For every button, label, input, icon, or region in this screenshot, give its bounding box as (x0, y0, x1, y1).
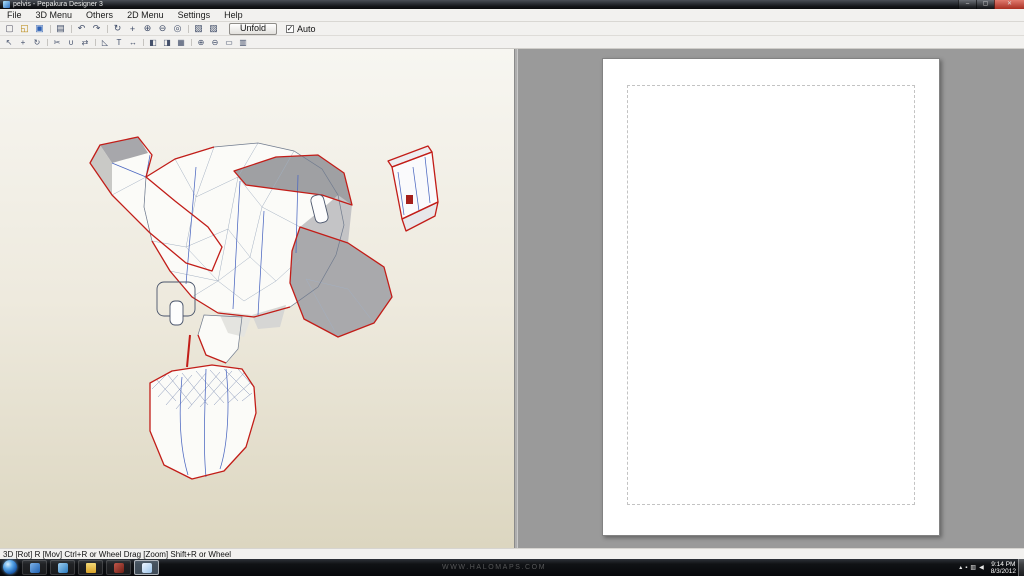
open-file-icon[interactable]: ◱ (17, 23, 32, 35)
measure-icon[interactable]: ↔ (126, 37, 140, 48)
minimize-button[interactable]: – (958, 0, 976, 9)
toolbar-separator[interactable] (185, 23, 191, 35)
divide-edge-icon[interactable]: ✂ (50, 37, 64, 48)
menu-item-3d-menu[interactable]: 3D Menu (29, 9, 80, 21)
zoom-2d-out-icon[interactable]: ⊖ (208, 37, 222, 48)
2d-view[interactable] (518, 49, 1024, 548)
main-toolbar-icons: ▢ ◱ ▣ ▤ ↶ ↷ ↻ + ⊕ ⊖ ◎ ▧ ▨ (2, 22, 221, 35)
internet-explorer-glyph (29, 562, 40, 573)
toolbar-separator[interactable] (104, 23, 110, 35)
media-app-glyph (113, 562, 124, 573)
pan-view-icon[interactable]: + (125, 23, 140, 35)
menu-item-file[interactable]: File (0, 9, 29, 21)
3d-model (89, 136, 439, 480)
auto-unfold-control: ✓ Auto (286, 24, 316, 34)
flip-parts-icon[interactable]: ⇄ (78, 37, 92, 48)
status-text: 3D [Rot] R [Mov] Ctrl+R or Wheel Drag [Z… (3, 549, 232, 559)
menu-item-others[interactable]: Others (79, 9, 120, 21)
print-preview-icon[interactable]: ▥ (236, 37, 250, 48)
main-area (0, 49, 1024, 548)
start-button[interactable] (3, 560, 17, 574)
grid-icon[interactable]: ▦ (174, 37, 188, 48)
window-title: pelvis - Pepakura Designer 3 (13, 1, 103, 8)
show-desktop-button[interactable] (1018, 559, 1024, 576)
fit-page-icon[interactable]: ▭ (222, 37, 236, 48)
folder-glyph (85, 562, 96, 573)
zoom-in-icon[interactable]: ⊕ (140, 23, 155, 35)
rotate-view-icon[interactable]: ↻ (110, 23, 125, 35)
undo-icon[interactable]: ↶ (74, 23, 89, 35)
toolbar-separator[interactable] (44, 37, 50, 48)
toolbar-separator[interactable] (92, 37, 98, 48)
toolbar-separator[interactable] (68, 23, 74, 35)
pattern-page (602, 58, 940, 536)
network-icon[interactable]: ▥ (970, 564, 976, 572)
media-player-icon[interactable] (50, 560, 75, 575)
display-mode-icon[interactable]: ▧ (191, 23, 206, 35)
join-edge-icon[interactable]: ∪ (64, 37, 78, 48)
texture-view-icon[interactable]: ▨ (206, 23, 221, 35)
clock-date: 8/3/2012 (990, 567, 1016, 575)
print-icon[interactable]: ▤ (53, 23, 68, 35)
pepakura-taskbar-icon[interactable] (134, 560, 159, 575)
system-tray: ▴ ▪ ▥ ◀ 9:14 PM 8/3/2012 (959, 559, 1016, 576)
maximize-button[interactable]: ▢ (976, 0, 994, 9)
toolbar-separator[interactable] (188, 37, 194, 48)
menu-item-help[interactable]: Help (217, 9, 250, 21)
zoom-out-icon[interactable]: ⊖ (155, 23, 170, 35)
menu-item-2d-menu[interactable]: 2D Menu (120, 9, 171, 21)
media-player-glyph (57, 562, 68, 573)
internet-explorer-icon[interactable] (22, 560, 47, 575)
show-hidden-icons-icon[interactable]: ▴ (959, 564, 962, 572)
volume-icon[interactable]: ◀ (979, 564, 984, 572)
titlebar: pelvis - Pepakura Designer 3 – ▢ ✕ (0, 0, 1024, 9)
close-button[interactable]: ✕ (994, 0, 1024, 9)
taskbar-apps (22, 560, 159, 575)
action-center-icon[interactable]: ▪ (965, 564, 967, 572)
main-toolbar: ▢ ◱ ▣ ▤ ↶ ↷ ↻ + ⊕ ⊖ ◎ ▧ ▨ Unfold ✓ Auto (0, 22, 1024, 36)
auto-checkbox-label: Auto (297, 23, 316, 34)
toolbar-separator[interactable] (140, 37, 146, 48)
menu-item-settings[interactable]: Settings (171, 9, 218, 21)
page-margin-guide (627, 85, 915, 505)
2d-toolbar: ↖ + ↻ ✂ ∪ ⇄ ◺ T ↔ ◧ ◨ ▦ ⊕ ⊖ ▭ ▥ (0, 36, 1024, 49)
clock[interactable]: 9:14 PM 8/3/2012 (991, 561, 1016, 575)
taskbar: WWW.HALOMAPS.COM ▴ ▪ ▥ ◀ 9:14 PM 8/3/2012 (0, 559, 1024, 576)
media-app-icon[interactable] (106, 560, 131, 575)
status-bar: 3D [Rot] R [Mov] Ctrl+R or Wheel Drag [Z… (0, 548, 1024, 559)
edit-flaps-icon[interactable]: ◺ (98, 37, 112, 48)
watermark: WWW.HALOMAPS.COM (442, 564, 547, 571)
redo-icon[interactable]: ↷ (89, 23, 104, 35)
auto-checkbox[interactable]: ✓ (286, 24, 295, 33)
move-parts-icon[interactable]: + (16, 37, 30, 48)
tray-icons: ▴ ▪ ▥ ◀ (959, 564, 983, 572)
save-file-icon[interactable]: ▣ (32, 23, 47, 35)
zoom-2d-in-icon[interactable]: ⊕ (194, 37, 208, 48)
2d-toolbar-icons: ↖ + ↻ ✂ ∪ ⇄ ◺ T ↔ ◧ ◨ ▦ ⊕ ⊖ ▭ ▥ (2, 36, 250, 48)
pepakura-glyph (141, 562, 152, 573)
rotate-parts-icon[interactable]: ↻ (30, 37, 44, 48)
pepakura-app-icon (3, 1, 10, 8)
new-file-icon[interactable]: ▢ (2, 23, 17, 35)
align-left-icon[interactable]: ◧ (146, 37, 160, 48)
window-controls: – ▢ ✕ (958, 0, 1024, 9)
align-right-icon[interactable]: ◨ (160, 37, 174, 48)
add-text-icon[interactable]: T (112, 37, 126, 48)
menubar: File 3D Menu Others 2D Menu Settings Hel… (0, 9, 1024, 22)
fit-view-icon[interactable]: ◎ (170, 23, 185, 35)
3d-view[interactable] (0, 49, 514, 548)
windows-explorer-icon[interactable] (78, 560, 103, 575)
pepakura-window: pelvis - Pepakura Designer 3 – ▢ ✕ File … (0, 0, 1024, 576)
clock-time: 9:14 PM (991, 560, 1016, 568)
unfold-button[interactable]: Unfold (229, 22, 278, 35)
toolbar-separator[interactable] (47, 23, 53, 35)
select-parts-icon[interactable]: ↖ (2, 37, 16, 48)
